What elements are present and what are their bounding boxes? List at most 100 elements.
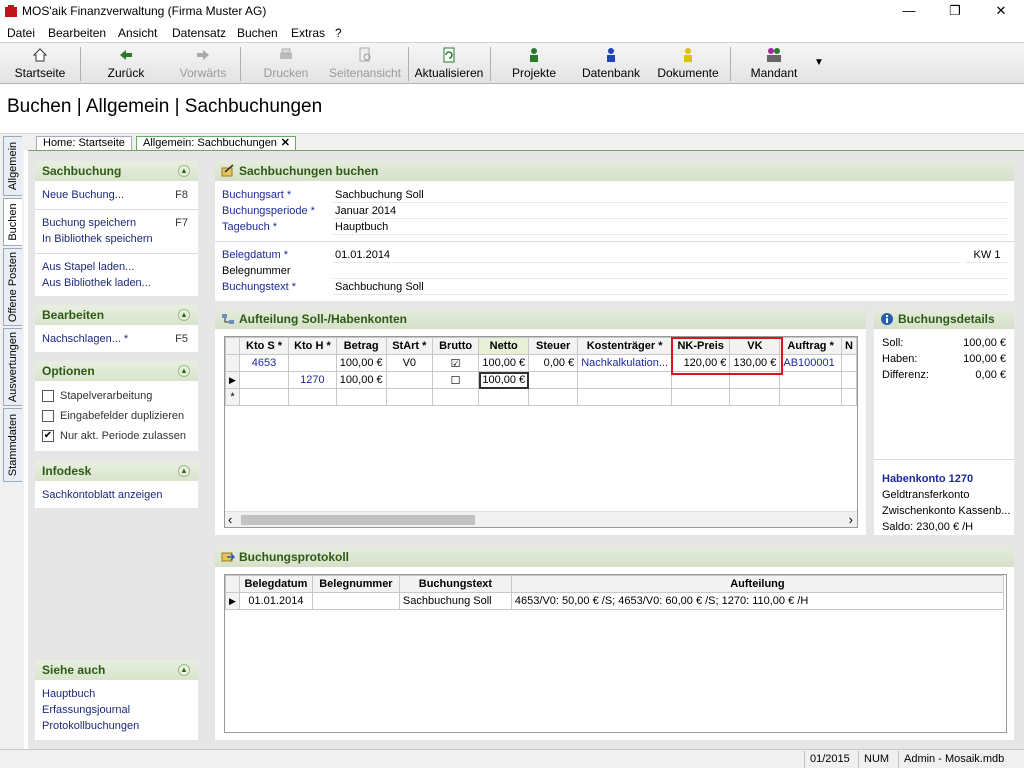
menu-ansicht[interactable]: Ansicht [118,26,157,40]
col-kto-h[interactable]: Kto H * [288,337,337,355]
collapse-icon[interactable]: ▲ [178,365,190,377]
scrollbar-thumb[interactable] [241,515,475,525]
tab-home[interactable]: Home: Startseite [36,136,132,151]
vtab-stammdaten[interactable]: Stammdaten [3,408,22,482]
collapse-icon[interactable]: ▲ [178,465,190,477]
col-belegnummer[interactable]: Belegnummer [311,575,400,593]
close-tab-icon[interactable]: ✕ [281,137,290,150]
nachschlagen-link[interactable]: Nachschlagen... * [42,333,128,345]
bibliothek-speichern-link[interactable]: In Bibliothek speichern [42,233,153,245]
duplizieren-checkbox[interactable] [42,410,54,422]
cell-kto-s[interactable] [238,371,290,389]
dokumente-button[interactable]: Dokumente [654,45,722,83]
section-header-optionen[interactable]: Optionen ▲ [35,361,198,381]
col-aufteilung[interactable]: Aufteilung [510,575,1004,593]
col-auftrag[interactable]: Auftrag * [779,337,842,355]
bibliothek-laden-link[interactable]: Aus Bibliothek laden... [42,277,151,289]
cell-belegnummer[interactable] [311,592,400,610]
menu-datensatz[interactable]: Datensatz [172,26,226,40]
section-header-sachbuchung[interactable]: Sachbuchung ▲ [35,161,198,181]
projekte-button[interactable]: Projekte [504,45,564,83]
col-brutto[interactable]: Brutto [431,337,480,355]
col-belegdatum[interactable]: Belegdatum [238,575,313,593]
tab-sachbuchungen[interactable]: Allgemein: Sachbuchungen ✕ [136,136,296,151]
erfassungsjournal-link[interactable]: Erfassungsjournal [42,704,130,716]
menu-datei[interactable]: Datei [7,26,35,40]
cell-kostentraeger[interactable]: Nachkalkulation... [577,354,673,372]
cell-brutto[interactable]: ☑ [431,354,480,372]
col-buchungstext[interactable]: Buchungstext [398,575,512,593]
section-header-siehe-auch[interactable]: Siehe auch ▲ [35,660,198,680]
scroll-left-icon[interactable]: ‹ [228,512,232,527]
zurueck-button[interactable]: Zurück [96,45,156,83]
menu-help[interactable]: ? [335,26,342,40]
cell-aufteilung[interactable]: 4653/V0: 50,00 € /S; 4653/V0: 60,00 € /S… [510,592,1004,610]
cell-netto-active[interactable]: 100,00 € [478,371,530,389]
collapse-icon[interactable]: ▲ [178,309,190,321]
table-row[interactable]: ▶ 01.01.2014 Sachbuchung Soll 4653/V0: 5… [225,592,1004,610]
protokollbuchungen-link[interactable]: Protokollbuchungen [42,720,139,732]
cell-betrag[interactable]: 100,00 € [335,371,387,389]
periode-checkbox[interactable]: ✔ [42,430,54,442]
vtab-offene-posten[interactable]: Offene Posten [3,248,22,326]
cell-kostentraeger[interactable] [577,371,673,389]
sachkontoblatt-link[interactable]: Sachkontoblatt anzeigen [42,489,162,501]
vtab-auswertungen[interactable]: Auswertungen [3,328,22,406]
vtab-allgemein[interactable]: Allgemein [3,136,22,196]
col-kto-s[interactable]: Kto S * [238,337,290,355]
maximize-button[interactable]: ❐ [932,0,978,22]
startseite-button[interactable]: Startseite [6,45,74,83]
menu-extras[interactable]: Extras [291,26,325,40]
col-betrag[interactable]: Betrag [335,337,387,355]
minimize-button[interactable]: — [886,0,932,22]
scroll-right-icon[interactable]: › [849,512,853,527]
tagebuch-field[interactable]: Hauptbuch [333,220,1007,235]
cell-kto-s[interactable]: 4653 [238,354,290,372]
aktualisieren-button[interactable]: Aktualisieren [412,45,486,83]
buchungsart-field[interactable]: Sachbuchung Soll [333,188,1007,203]
close-button[interactable]: ✕ [978,0,1024,22]
cell-start[interactable]: V0 [385,354,433,372]
collapse-icon[interactable]: ▲ [178,664,190,676]
buchungstext-field[interactable]: Sachbuchung Soll [333,280,1007,295]
belegdatum-field[interactable]: 01.01.2014 [333,248,961,263]
horizontal-scrollbar[interactable]: ‹ › [225,511,857,527]
vtab-buchen[interactable]: Buchen [3,198,22,246]
cell-steuer[interactable]: 0,00 € [528,354,579,372]
section-header-infodesk[interactable]: Infodesk ▲ [35,461,198,481]
col-kostentraeger[interactable]: Kostenträger * [577,337,673,355]
col-start[interactable]: StArt * [385,337,433,355]
col-steuer[interactable]: Steuer [528,337,579,355]
belegnummer-field[interactable] [333,264,1007,279]
cell-betrag[interactable]: 100,00 € [335,354,387,372]
cell-auftrag[interactable]: AB100001 [779,354,842,372]
drucken-button[interactable]: Drucken [256,45,316,83]
cell-brutto[interactable]: ☐ [431,371,480,389]
mandant-button[interactable]: Mandant [744,45,804,83]
buchung-speichern-link[interactable]: Buchung speichern [42,217,136,229]
hauptbuch-link[interactable]: Hauptbuch [42,688,95,700]
cell-netto[interactable]: 100,00 € [478,354,530,372]
menu-bearbeiten[interactable]: Bearbeiten [48,26,106,40]
toolbar-overflow-icon[interactable]: ▼ [814,57,824,68]
datenbank-button[interactable]: Datenbank [578,45,644,83]
vorwaerts-button[interactable]: Vorwärts [172,45,234,83]
cell-belegdatum[interactable]: 01.01.2014 [238,592,313,610]
cell-kto-h[interactable]: 1270 [288,371,337,389]
cell-steuer[interactable] [528,371,579,389]
new-row[interactable]: * [225,388,857,406]
buchungsperiode-field[interactable]: Januar 2014 [333,204,1007,219]
stapelverarbeitung-checkbox[interactable] [42,390,54,402]
col-n[interactable]: N [840,337,857,355]
cell-buchungstext[interactable]: Sachbuchung Soll [398,592,512,610]
collapse-icon[interactable]: ▲ [178,165,190,177]
cell-auftrag[interactable] [779,371,842,389]
cell-kto-h[interactable] [288,354,337,372]
cell-start[interactable] [385,371,433,389]
menu-buchen[interactable]: Buchen [237,26,278,40]
col-netto[interactable]: Netto [478,337,530,355]
seitenansicht-button[interactable]: Seitenansicht [326,45,404,83]
neue-buchung-link[interactable]: Neue Buchung... [42,189,124,201]
section-header-bearbeiten[interactable]: Bearbeiten ▲ [35,305,198,325]
stapel-laden-link[interactable]: Aus Stapel laden... [42,261,134,273]
